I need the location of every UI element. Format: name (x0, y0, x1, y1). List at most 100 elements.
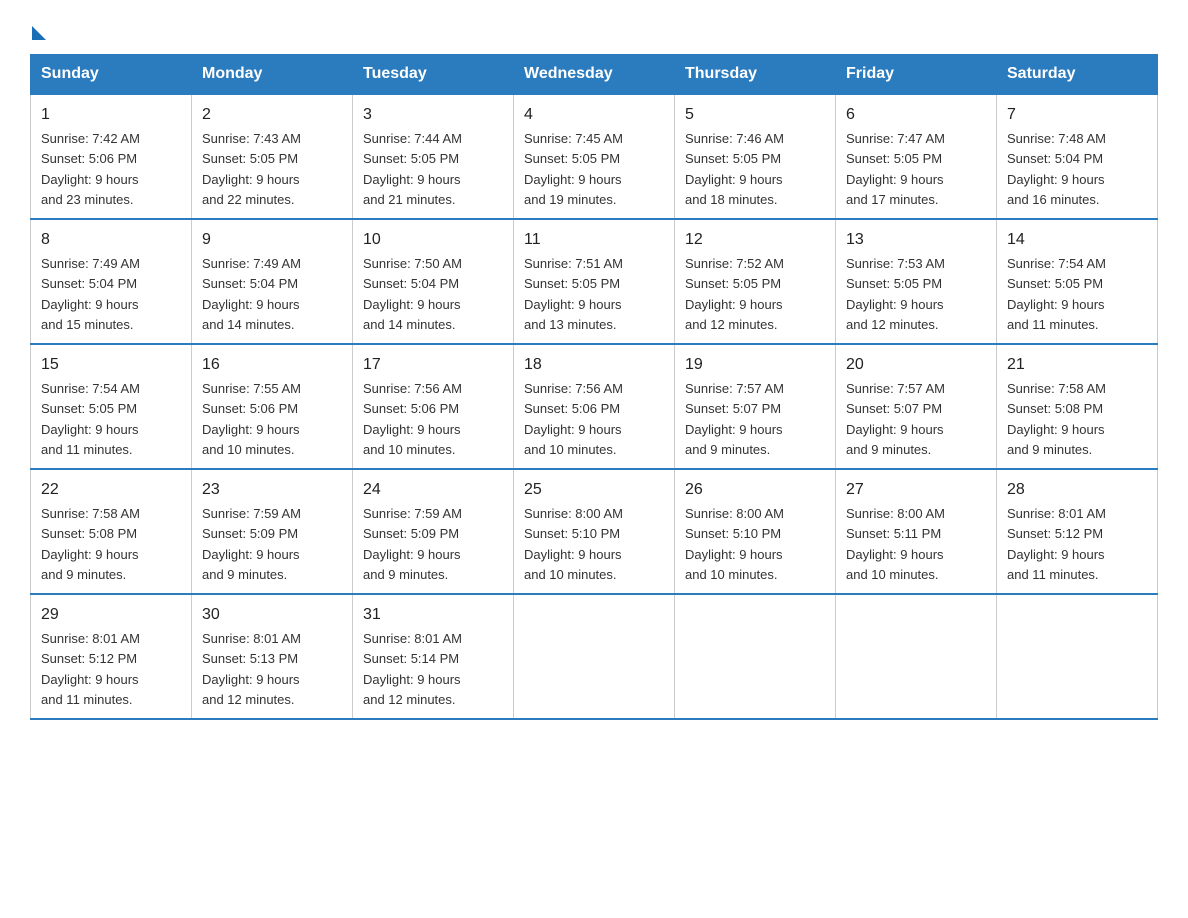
day-info: Sunrise: 8:01 AMSunset: 5:12 PMDaylight:… (1007, 506, 1106, 582)
day-info: Sunrise: 8:01 AMSunset: 5:14 PMDaylight:… (363, 631, 462, 707)
day-number: 11 (524, 228, 664, 252)
day-number: 27 (846, 478, 986, 502)
day-info: Sunrise: 8:00 AMSunset: 5:11 PMDaylight:… (846, 506, 945, 582)
calendar-table: SundayMondayTuesdayWednesdayThursdayFrid… (30, 54, 1158, 720)
header-cell-friday: Friday (836, 55, 997, 95)
header-cell-sunday: Sunday (31, 55, 192, 95)
calendar-cell: 29 Sunrise: 8:01 AMSunset: 5:12 PMDayligh… (31, 594, 192, 719)
calendar-cell: 30Sunrise: 8:01 AMSunset: 5:13 PMDayligh… (192, 594, 353, 719)
calendar-cell: 12 Sunrise: 7:52 AMSunset: 5:05 PMDayligh… (675, 219, 836, 344)
day-info: Sunrise: 7:48 AMSunset: 5:04 PMDaylight:… (1007, 131, 1106, 207)
day-number: 19 (685, 353, 825, 377)
calendar-body: 1 Sunrise: 7:42 AMSunset: 5:06 PMDaylight… (31, 94, 1158, 719)
day-info: Sunrise: 8:00 AMSunset: 5:10 PMDaylight:… (685, 506, 784, 582)
logo-row1 (30, 20, 46, 40)
calendar-cell: 7Sunrise: 7:48 AMSunset: 5:04 PMDaylight… (997, 94, 1158, 219)
day-number: 22 (41, 478, 181, 502)
calendar-week-row: 29 Sunrise: 8:01 AMSunset: 5:12 PMDayligh… (31, 594, 1158, 719)
header-row: SundayMondayTuesdayWednesdayThursdayFrid… (31, 55, 1158, 95)
logo-block (30, 20, 46, 36)
day-info: Sunrise: 7:54 AMSunset: 5:05 PMDaylight:… (1007, 256, 1106, 332)
calendar-cell: 26 Sunrise: 8:00 AMSunset: 5:10 PMDayligh… (675, 469, 836, 594)
calendar-cell: 10Sunrise: 7:50 AMSunset: 5:04 PMDayligh… (353, 219, 514, 344)
calendar-cell: 13Sunrise: 7:53 AMSunset: 5:05 PMDayligh… (836, 219, 997, 344)
day-info: Sunrise: 7:55 AMSunset: 5:06 PMDaylight:… (202, 381, 301, 457)
calendar-cell: 4 Sunrise: 7:45 AMSunset: 5:05 PMDaylight… (514, 94, 675, 219)
calendar-cell (836, 594, 997, 719)
calendar-cell: 6 Sunrise: 7:47 AMSunset: 5:05 PMDaylight… (836, 94, 997, 219)
day-number: 2 (202, 103, 342, 127)
calendar-cell: 21 Sunrise: 7:58 AMSunset: 5:08 PMDayligh… (997, 344, 1158, 469)
day-number: 21 (1007, 353, 1147, 377)
calendar-cell: 8 Sunrise: 7:49 AMSunset: 5:04 PMDaylight… (31, 219, 192, 344)
calendar-cell: 25Sunrise: 8:00 AMSunset: 5:10 PMDayligh… (514, 469, 675, 594)
calendar-cell: 19 Sunrise: 7:57 AMSunset: 5:07 PMDayligh… (675, 344, 836, 469)
calendar-week-row: 8 Sunrise: 7:49 AMSunset: 5:04 PMDaylight… (31, 219, 1158, 344)
day-info: Sunrise: 7:57 AMSunset: 5:07 PMDaylight:… (846, 381, 945, 457)
day-number: 30 (202, 603, 342, 627)
day-number: 14 (1007, 228, 1147, 252)
calendar-cell: 9 Sunrise: 7:49 AMSunset: 5:04 PMDaylight… (192, 219, 353, 344)
day-info: Sunrise: 7:49 AMSunset: 5:04 PMDaylight:… (41, 256, 140, 332)
calendar-cell: 20 Sunrise: 7:57 AMSunset: 5:07 PMDayligh… (836, 344, 997, 469)
logo (30, 20, 46, 36)
calendar-cell: 5 Sunrise: 7:46 AMSunset: 5:05 PMDaylight… (675, 94, 836, 219)
day-number: 8 (41, 228, 181, 252)
day-info: Sunrise: 7:54 AMSunset: 5:05 PMDaylight:… (41, 381, 140, 457)
calendar-cell: 15Sunrise: 7:54 AMSunset: 5:05 PMDayligh… (31, 344, 192, 469)
calendar-week-row: 15Sunrise: 7:54 AMSunset: 5:05 PMDayligh… (31, 344, 1158, 469)
day-info: Sunrise: 7:49 AMSunset: 5:04 PMDaylight:… (202, 256, 301, 332)
logo-arrow-icon (32, 26, 46, 40)
day-number: 18 (524, 353, 664, 377)
header-cell-wednesday: Wednesday (514, 55, 675, 95)
calendar-cell: 11 Sunrise: 7:51 AMSunset: 5:05 PMDayligh… (514, 219, 675, 344)
day-number: 6 (846, 103, 986, 127)
calendar-cell: 17 Sunrise: 7:56 AMSunset: 5:06 PMDayligh… (353, 344, 514, 469)
calendar-cell: 3 Sunrise: 7:44 AMSunset: 5:05 PMDaylight… (353, 94, 514, 219)
day-number: 17 (363, 353, 503, 377)
calendar-week-row: 1 Sunrise: 7:42 AMSunset: 5:06 PMDaylight… (31, 94, 1158, 219)
day-info: Sunrise: 7:47 AMSunset: 5:05 PMDaylight:… (846, 131, 945, 207)
day-number: 26 (685, 478, 825, 502)
day-number: 9 (202, 228, 342, 252)
day-info: Sunrise: 7:42 AMSunset: 5:06 PMDaylight:… (41, 131, 140, 207)
day-info: Sunrise: 8:00 AMSunset: 5:10 PMDaylight:… (524, 506, 623, 582)
day-info: Sunrise: 7:56 AMSunset: 5:06 PMDaylight:… (363, 381, 462, 457)
day-info: Sunrise: 7:45 AMSunset: 5:05 PMDaylight:… (524, 131, 623, 207)
day-number: 12 (685, 228, 825, 252)
day-number: 13 (846, 228, 986, 252)
calendar-cell (997, 594, 1158, 719)
calendar-cell: 27 Sunrise: 8:00 AMSunset: 5:11 PMDayligh… (836, 469, 997, 594)
day-number: 3 (363, 103, 503, 127)
day-number: 1 (41, 103, 181, 127)
day-number: 23 (202, 478, 342, 502)
calendar-cell: 24 Sunrise: 7:59 AMSunset: 5:09 PMDayligh… (353, 469, 514, 594)
calendar-cell (675, 594, 836, 719)
day-number: 29 (41, 603, 181, 627)
header-cell-tuesday: Tuesday (353, 55, 514, 95)
day-info: Sunrise: 8:01 AMSunset: 5:12 PMDaylight:… (41, 631, 140, 707)
day-info: Sunrise: 7:46 AMSunset: 5:05 PMDaylight:… (685, 131, 784, 207)
calendar-cell: 14 Sunrise: 7:54 AMSunset: 5:05 PMDayligh… (997, 219, 1158, 344)
day-info: Sunrise: 7:59 AMSunset: 5:09 PMDaylight:… (363, 506, 462, 582)
day-number: 31 (363, 603, 503, 627)
day-info: Sunrise: 7:52 AMSunset: 5:05 PMDaylight:… (685, 256, 784, 332)
calendar-header: SundayMondayTuesdayWednesdayThursdayFrid… (31, 55, 1158, 95)
day-number: 5 (685, 103, 825, 127)
header-cell-monday: Monday (192, 55, 353, 95)
day-number: 20 (846, 353, 986, 377)
calendar-cell: 23Sunrise: 7:59 AMSunset: 5:09 PMDayligh… (192, 469, 353, 594)
calendar-cell: 1 Sunrise: 7:42 AMSunset: 5:06 PMDaylight… (31, 94, 192, 219)
calendar-cell: 18 Sunrise: 7:56 AMSunset: 5:06 PMDayligh… (514, 344, 675, 469)
day-info: Sunrise: 7:43 AMSunset: 5:05 PMDaylight:… (202, 131, 301, 207)
day-info: Sunrise: 7:57 AMSunset: 5:07 PMDaylight:… (685, 381, 784, 457)
day-info: Sunrise: 7:58 AMSunset: 5:08 PMDaylight:… (1007, 381, 1106, 457)
day-number: 24 (363, 478, 503, 502)
day-info: Sunrise: 7:50 AMSunset: 5:04 PMDaylight:… (363, 256, 462, 332)
calendar-cell: 31 Sunrise: 8:01 AMSunset: 5:14 PMDayligh… (353, 594, 514, 719)
day-info: Sunrise: 7:51 AMSunset: 5:05 PMDaylight:… (524, 256, 623, 332)
calendar-cell: 2 Sunrise: 7:43 AMSunset: 5:05 PMDaylight… (192, 94, 353, 219)
day-number: 4 (524, 103, 664, 127)
day-info: Sunrise: 7:56 AMSunset: 5:06 PMDaylight:… (524, 381, 623, 457)
day-info: Sunrise: 7:44 AMSunset: 5:05 PMDaylight:… (363, 131, 462, 207)
